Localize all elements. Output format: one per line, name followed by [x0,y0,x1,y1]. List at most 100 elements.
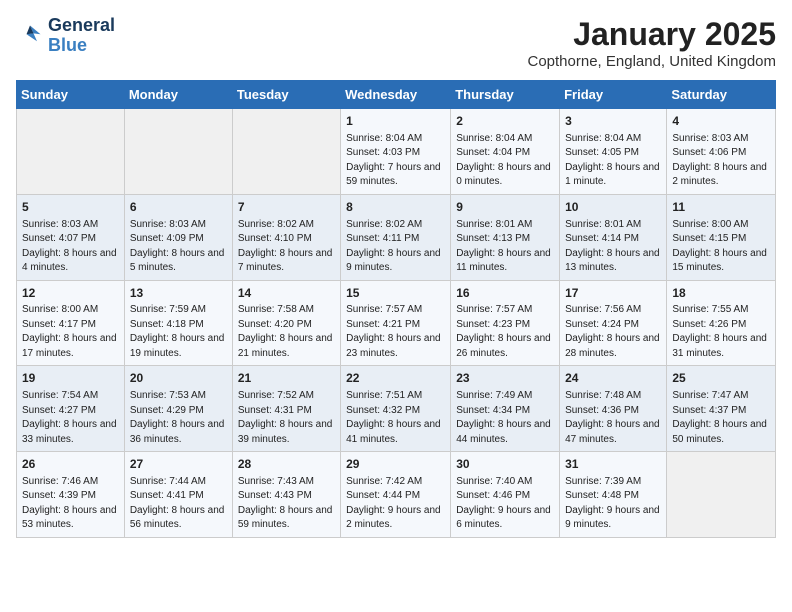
day-info: Sunrise: 7:48 AM Sunset: 4:36 PM Dayligh… [565,389,661,447]
day-info: Sunrise: 8:03 AM Sunset: 4:06 PM Dayligh… [672,132,770,190]
day-number: 15 [346,285,445,302]
day-number: 29 [346,456,445,473]
day-info: Sunrise: 8:04 AM Sunset: 4:05 PM Dayligh… [565,132,661,190]
day-info: Sunrise: 8:03 AM Sunset: 4:07 PM Dayligh… [22,218,119,276]
calendar-cell: 1Sunrise: 8:04 AM Sunset: 4:03 PM Daylig… [341,109,451,195]
calendar-cell: 29 Sunrise: 7:42 AM Sunset: 4:44 PM Dayli… [341,452,451,538]
day-info: Sunrise: 7:42 AM Sunset: 4:44 PM Dayligh… [346,475,445,533]
day-number: 19 [22,370,119,387]
day-number: 13 [130,285,227,302]
day-info: Sunrise: 7:54 AM Sunset: 4:27 PM Dayligh… [22,389,119,447]
day-info: Sunrise: 7:58 AM Sunset: 4:20 PM Dayligh… [238,303,335,361]
col-header-saturday: Saturday [667,81,776,109]
day-number: 20 [130,370,227,387]
day-number: 28 [238,456,335,473]
calendar-cell: 28 Sunrise: 7:43 AM Sunset: 4:43 PM Dayli… [232,452,340,538]
day-number: 22 [346,370,445,387]
day-info: Sunrise: 7:59 AM Sunset: 4:18 PM Dayligh… [130,303,227,361]
day-number: 25 [672,370,770,387]
week-row-2: 5 Sunrise: 8:03 AM Sunset: 4:07 PM Daylig… [17,194,776,280]
calendar-cell: 10 Sunrise: 8:01 AM Sunset: 4:14 PM Dayli… [560,194,667,280]
calendar-cell: 24Sunrise: 7:48 AM Sunset: 4:36 PM Dayli… [560,366,667,452]
page-header: General Blue January 2025 Copthorne, Eng… [16,16,776,70]
day-number: 5 [22,199,119,216]
title-block: January 2025 Copthorne, England, United … [528,16,777,70]
day-number: 11 [672,199,770,216]
logo-text: General Blue [48,16,115,56]
calendar-cell: 6 Sunrise: 8:03 AM Sunset: 4:09 PM Daylig… [124,194,232,280]
calendar-cell: 12Sunrise: 8:00 AM Sunset: 4:17 PM Dayli… [17,280,125,366]
day-number: 26 [22,456,119,473]
day-info: Sunrise: 7:49 AM Sunset: 4:34 PM Dayligh… [456,389,554,447]
day-number: 27 [130,456,227,473]
day-info: Sunrise: 7:57 AM Sunset: 4:23 PM Dayligh… [456,303,554,361]
calendar-cell: 9 Sunrise: 8:01 AM Sunset: 4:13 PM Daylig… [451,194,560,280]
calendar-cell: 17Sunrise: 7:56 AM Sunset: 4:24 PM Dayli… [560,280,667,366]
day-number: 21 [238,370,335,387]
col-header-sunday: Sunday [17,81,125,109]
calendar-cell: 23 Sunrise: 7:49 AM Sunset: 4:34 PM Dayli… [451,366,560,452]
logo: General Blue [16,16,115,56]
calendar-cell: 7Sunrise: 8:02 AM Sunset: 4:10 PM Daylig… [232,194,340,280]
calendar-cell: 25 Sunrise: 7:47 AM Sunset: 4:37 PM Dayli… [667,366,776,452]
day-info: Sunrise: 7:57 AM Sunset: 4:21 PM Dayligh… [346,303,445,361]
day-number: 6 [130,199,227,216]
day-number: 18 [672,285,770,302]
day-info: Sunrise: 8:01 AM Sunset: 4:14 PM Dayligh… [565,218,661,276]
day-info: Sunrise: 8:04 AM Sunset: 4:04 PM Dayligh… [456,132,554,190]
day-info: Sunrise: 7:46 AM Sunset: 4:39 PM Dayligh… [22,475,119,533]
week-row-1: 1Sunrise: 8:04 AM Sunset: 4:03 PM Daylig… [17,109,776,195]
calendar-cell [232,109,340,195]
calendar-table: SundayMondayTuesdayWednesdayThursdayFrid… [16,80,776,538]
col-header-tuesday: Tuesday [232,81,340,109]
calendar-cell: 2 Sunrise: 8:04 AM Sunset: 4:04 PM Daylig… [451,109,560,195]
day-number: 1 [346,113,445,130]
day-info: Sunrise: 7:52 AM Sunset: 4:31 PM Dayligh… [238,389,335,447]
day-number: 23 [456,370,554,387]
day-number: 4 [672,113,770,130]
calendar-title: January 2025 [528,16,777,53]
calendar-cell: 18Sunrise: 7:55 AM Sunset: 4:26 PM Dayli… [667,280,776,366]
logo-icon [16,22,44,50]
calendar-cell: 11 Sunrise: 8:00 AM Sunset: 4:15 PM Dayli… [667,194,776,280]
col-header-thursday: Thursday [451,81,560,109]
day-number: 2 [456,113,554,130]
calendar-header-row: SundayMondayTuesdayWednesdayThursdayFrid… [17,81,776,109]
calendar-cell [667,452,776,538]
day-number: 30 [456,456,554,473]
calendar-cell: 16Sunrise: 7:57 AM Sunset: 4:23 PM Dayli… [451,280,560,366]
day-number: 10 [565,199,661,216]
calendar-cell: 20 Sunrise: 7:53 AM Sunset: 4:29 PM Dayli… [124,366,232,452]
day-info: Sunrise: 7:44 AM Sunset: 4:41 PM Dayligh… [130,475,227,533]
day-number: 12 [22,285,119,302]
calendar-subtitle: Copthorne, England, United Kingdom [528,53,777,70]
day-number: 3 [565,113,661,130]
calendar-cell: 15Sunrise: 7:57 AM Sunset: 4:21 PM Dayli… [341,280,451,366]
col-header-friday: Friday [560,81,667,109]
calendar-cell: 4 Sunrise: 8:03 AM Sunset: 4:06 PM Daylig… [667,109,776,195]
calendar-cell: 21 Sunrise: 7:52 AM Sunset: 4:31 PM Dayli… [232,366,340,452]
calendar-cell: 30 Sunrise: 7:40 AM Sunset: 4:46 PM Dayli… [451,452,560,538]
calendar-body: 1Sunrise: 8:04 AM Sunset: 4:03 PM Daylig… [17,109,776,538]
day-number: 8 [346,199,445,216]
day-info: Sunrise: 8:00 AM Sunset: 4:17 PM Dayligh… [22,303,119,361]
day-info: Sunrise: 8:02 AM Sunset: 4:10 PM Dayligh… [238,218,335,276]
day-info: Sunrise: 7:55 AM Sunset: 4:26 PM Dayligh… [672,303,770,361]
day-info: Sunrise: 7:43 AM Sunset: 4:43 PM Dayligh… [238,475,335,533]
calendar-cell: 5 Sunrise: 8:03 AM Sunset: 4:07 PM Daylig… [17,194,125,280]
calendar-cell [124,109,232,195]
day-number: 31 [565,456,661,473]
day-info: Sunrise: 8:01 AM Sunset: 4:13 PM Dayligh… [456,218,554,276]
day-info: Sunrise: 8:03 AM Sunset: 4:09 PM Dayligh… [130,218,227,276]
calendar-cell: 22Sunrise: 7:51 AM Sunset: 4:32 PM Dayli… [341,366,451,452]
day-number: 14 [238,285,335,302]
calendar-cell: 19 Sunrise: 7:54 AM Sunset: 4:27 PM Dayli… [17,366,125,452]
day-info: Sunrise: 7:40 AM Sunset: 4:46 PM Dayligh… [456,475,554,533]
week-row-5: 26 Sunrise: 7:46 AM Sunset: 4:39 PM Dayli… [17,452,776,538]
day-info: Sunrise: 7:47 AM Sunset: 4:37 PM Dayligh… [672,389,770,447]
calendar-cell: 3 Sunrise: 8:04 AM Sunset: 4:05 PM Daylig… [560,109,667,195]
day-info: Sunrise: 8:00 AM Sunset: 4:15 PM Dayligh… [672,218,770,276]
day-number: 17 [565,285,661,302]
day-info: Sunrise: 7:53 AM Sunset: 4:29 PM Dayligh… [130,389,227,447]
day-number: 9 [456,199,554,216]
